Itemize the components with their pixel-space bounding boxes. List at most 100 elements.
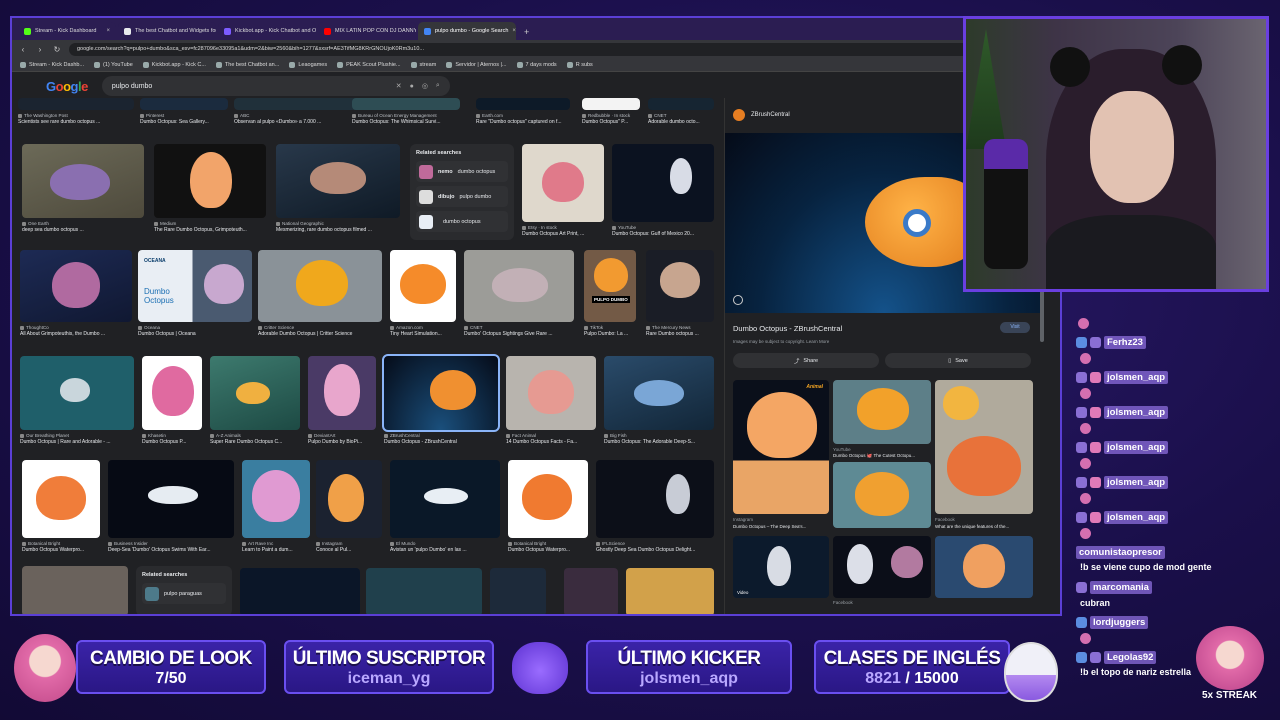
google-logo[interactable]: Google [46,79,88,94]
result-tile[interactable]: Medium The Rare Dumbo Octopus, Grimpoteut… [154,144,266,233]
chat-username[interactable]: Ferhz23 [1104,336,1146,349]
search-input[interactable]: pulpo dumbo [112,83,388,90]
result-tile[interactable]: CNET Adorable dumbo octo... [648,98,714,125]
tab-label: pulpo dumbo - Google Search [435,28,509,34]
chat-username[interactable]: jolsmen_aqp [1104,441,1169,454]
result-tile[interactable] [564,568,618,614]
chat-username[interactable]: lordjuggers [1090,616,1149,629]
lens-icon[interactable]: ◎ [422,82,428,90]
mic-icon[interactable]: ● [410,83,414,90]
forward-icon[interactable]: › [35,45,45,54]
result-tile[interactable]: IFLScience Ghostly Deep Sea Dumbo Octopus… [596,460,714,553]
result-tile[interactable]: CNET Dumbo' Octopus Sightings Give Rare .… [464,250,574,337]
panel-title[interactable]: Dumbo Octopus - ZBrushCentral [733,324,842,333]
result-tile[interactable]: Critter Science Adorable Dumbo Octopus | … [258,250,382,337]
bookmark-item[interactable]: stream [410,61,436,68]
bookmark-label: PEAK Scout Plushie... [346,61,401,68]
result-tile[interactable]: Redbubble · In stock Dumbo Octopus" P... [582,98,640,125]
result-tile[interactable]: Our Breathing Planet Dumbo Octopus | Rare… [20,356,134,445]
related-search-item[interactable]: nemo dumbo octopus [416,161,508,182]
result-tile[interactable] [366,568,482,614]
related-search-item[interactable]: dibujo pulpo dumbo [416,186,508,207]
result-tile[interactable]: PULPO DUMBO TikTok Pulpo Dumbo: La ... [584,250,636,337]
result-tile[interactable]: Art Rave Inc Learn to Paint a dum... [242,460,310,553]
result-tile[interactable]: Instagram Conoce al Pul... [316,460,382,553]
result-tile[interactable]: National Geographic Mesmerizing, rare dum… [276,144,400,233]
result-tile[interactable] [490,568,546,614]
bookmark-item[interactable]: Stream - Kick Dashb... [20,61,84,68]
search-icon[interactable]: ⌕ [436,82,440,90]
ultimo-kicker-box: ÚLTIMO KICKER jolsmen_aqp [586,640,792,694]
save-button[interactable]: ▯ Save [885,353,1031,368]
result-tile[interactable]: Etsy · In stock Dumbo Octopus Art Print, … [522,144,604,237]
result-tile[interactable]: DeviantArt Pulpo Dumbo by BioPi... [308,356,376,445]
result-tile[interactable] [240,568,360,614]
result-tile-selected[interactable]: ZBrushCentral Dumbo Octopus - ZBrushCentr… [382,354,500,445]
related-images: Animal Instagram Dumbo Octopus – The Dee… [733,378,1042,614]
related-image[interactable] [935,536,1033,598]
related-image[interactable] [833,536,931,598]
related-image[interactable] [833,462,931,528]
share-label: Share [803,357,819,364]
chat-username[interactable]: jolsmen_aqp [1104,476,1169,489]
lens-icon[interactable] [733,295,743,305]
browser-tab[interactable]: The best Chatbot and Widgets for Ki× [118,22,216,40]
result-tile[interactable]: Amazon.com Tiny Heart Simulation... [390,250,456,337]
result-tile[interactable]: Earth.com Rare "Dumbo octopus" captured o… [476,98,570,125]
new-tab-button[interactable]: + [518,27,535,40]
bookmark-item[interactable]: The best Chatbot an... [215,61,279,68]
search-box[interactable]: pulpo dumbo ✕ ● ◎ ⌕ [101,76,450,96]
bookmark-item[interactable]: 7 days mods [516,61,557,68]
result-tile[interactable]: El Mundo Avistan un 'pulpo Dumbo' en las … [390,460,500,553]
related-image[interactable] [935,380,1033,514]
address-bar[interactable]: google.com/search?q=pulpo+dumbo&sca_esv=… [69,42,1009,56]
result-tile[interactable] [22,566,128,614]
result-tile[interactable]: The Washington Post Scientists see rare d… [18,98,134,125]
browser-tab[interactable]: pulpo dumbo - Google Search × [418,22,516,40]
chat-username[interactable]: jolsmen_aqp [1104,371,1169,384]
chat-username[interactable]: Legolas92 [1104,651,1157,664]
bookmark-item[interactable]: PEAK Scout Plushie... [337,61,401,68]
chat-username[interactable]: comunistaopresor [1076,546,1165,559]
bookmark-item[interactable]: Leaogames [289,61,327,68]
result-tile[interactable]: ThoughtCo All About Grimpoteuthis, the Du… [20,250,132,337]
result-tile[interactable]: Business Insider Deep-Sea 'Dumbo' Octopus… [108,460,234,553]
result-caption: Dumbo Octopus Art Print, ... [522,231,585,237]
bookmark-item[interactable]: Kickbot.app - Kick C... [142,61,206,68]
result-tile[interactable]: Pinterest Dumbo Octopus: Sea Gallery... [140,98,228,125]
tab-close-icon[interactable]: × [106,28,110,34]
related-image[interactable]: Animal [733,380,829,514]
result-tile[interactable]: Botanical Bright Dumbo Octopus Waterpro..… [22,460,100,553]
visit-button[interactable]: Visit [1000,322,1030,333]
clear-icon[interactable]: ✕ [396,82,402,90]
result-tile[interactable]: YouTube Dumbo Octopus: Gulf of Mexico 20.… [612,144,714,237]
result-tile[interactable]: Big Fish Dumbo Octopus: The Adorable Deep… [604,356,714,445]
result-tile[interactable] [626,568,714,614]
chat-username[interactable]: marcomania [1090,581,1152,594]
chat-username[interactable]: jolsmen_aqp [1104,406,1169,419]
share-button[interactable]: ⤴ Share [733,353,879,368]
browser-tab[interactable]: MIX LATIN POP CON DJ DANNY× [318,22,416,40]
related-image[interactable]: Video [733,536,829,598]
result-tile[interactable]: One Earth deep sea dumbo octopus ... [22,144,144,233]
result-tile[interactable]: Botanical Bright Dumbo Octopus Waterpro..… [508,460,588,553]
browser-tab[interactable]: Kickbot.app - Kick Chatbot and Overl× [218,22,316,40]
result-tile[interactable]: The Mercury News Rare Dumbo octopus ... [646,250,714,337]
bookmark-item[interactable]: (1) YouTube [94,61,133,68]
result-tile[interactable]: Bureau of Ocean Energy Management Dumbo O… [352,98,460,125]
back-icon[interactable]: ‹ [18,45,28,54]
browser-tab[interactable]: Stream - Kick Dashboard × [18,22,116,40]
chat-username[interactable]: jolsmen_aqp [1104,511,1169,524]
result-tile[interactable]: OCEANA Dumbo Octopus Oceana Dumbo Octopus… [138,250,252,337]
reload-icon[interactable]: ↻ [52,45,62,54]
result-tile[interactable]: Fact Animal 14 Dumbo Octopus Facts - Fa..… [506,356,596,445]
bookmark-item[interactable]: R subs [566,61,593,68]
related-search-item[interactable]: dumbo octopus [416,211,508,232]
result-tile[interactable]: A-Z Animals Super Rare Dumbo Octopus C... [210,356,300,445]
tab-close-icon[interactable]: × [512,28,516,34]
bookmark-item[interactable]: Servidor | Aternos |... [446,61,507,68]
result-tile[interactable]: Khasetin Dumbo Octopus P... [142,356,202,445]
octopus-image [947,436,1021,496]
related-search-item[interactable]: pulpo paraguas [142,583,226,604]
related-image[interactable] [833,380,931,444]
